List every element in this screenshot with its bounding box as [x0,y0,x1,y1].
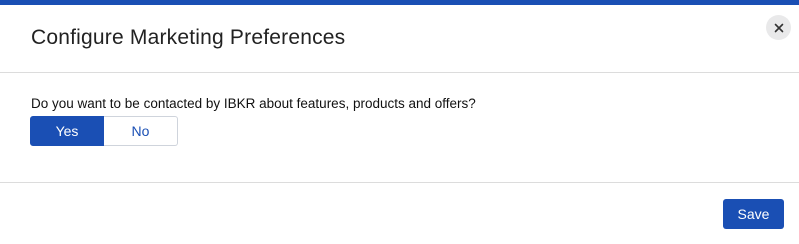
modal-title: Configure Marketing Preferences [31,26,346,49]
close-button[interactable] [766,15,791,40]
marketing-preferences-modal: Configure Marketing Preferences Do you w… [0,0,799,244]
contact-question: Do you want to be contacted by IBKR abou… [31,96,476,111]
save-button[interactable]: Save [723,199,784,229]
close-icon [774,23,784,33]
header-divider [0,72,799,73]
yes-toggle-button[interactable]: Yes [30,116,104,146]
contact-toggle-group: Yes No [30,116,178,146]
footer-divider [0,182,799,183]
no-toggle-button[interactable]: No [104,116,178,146]
accent-top-bar [0,0,799,5]
